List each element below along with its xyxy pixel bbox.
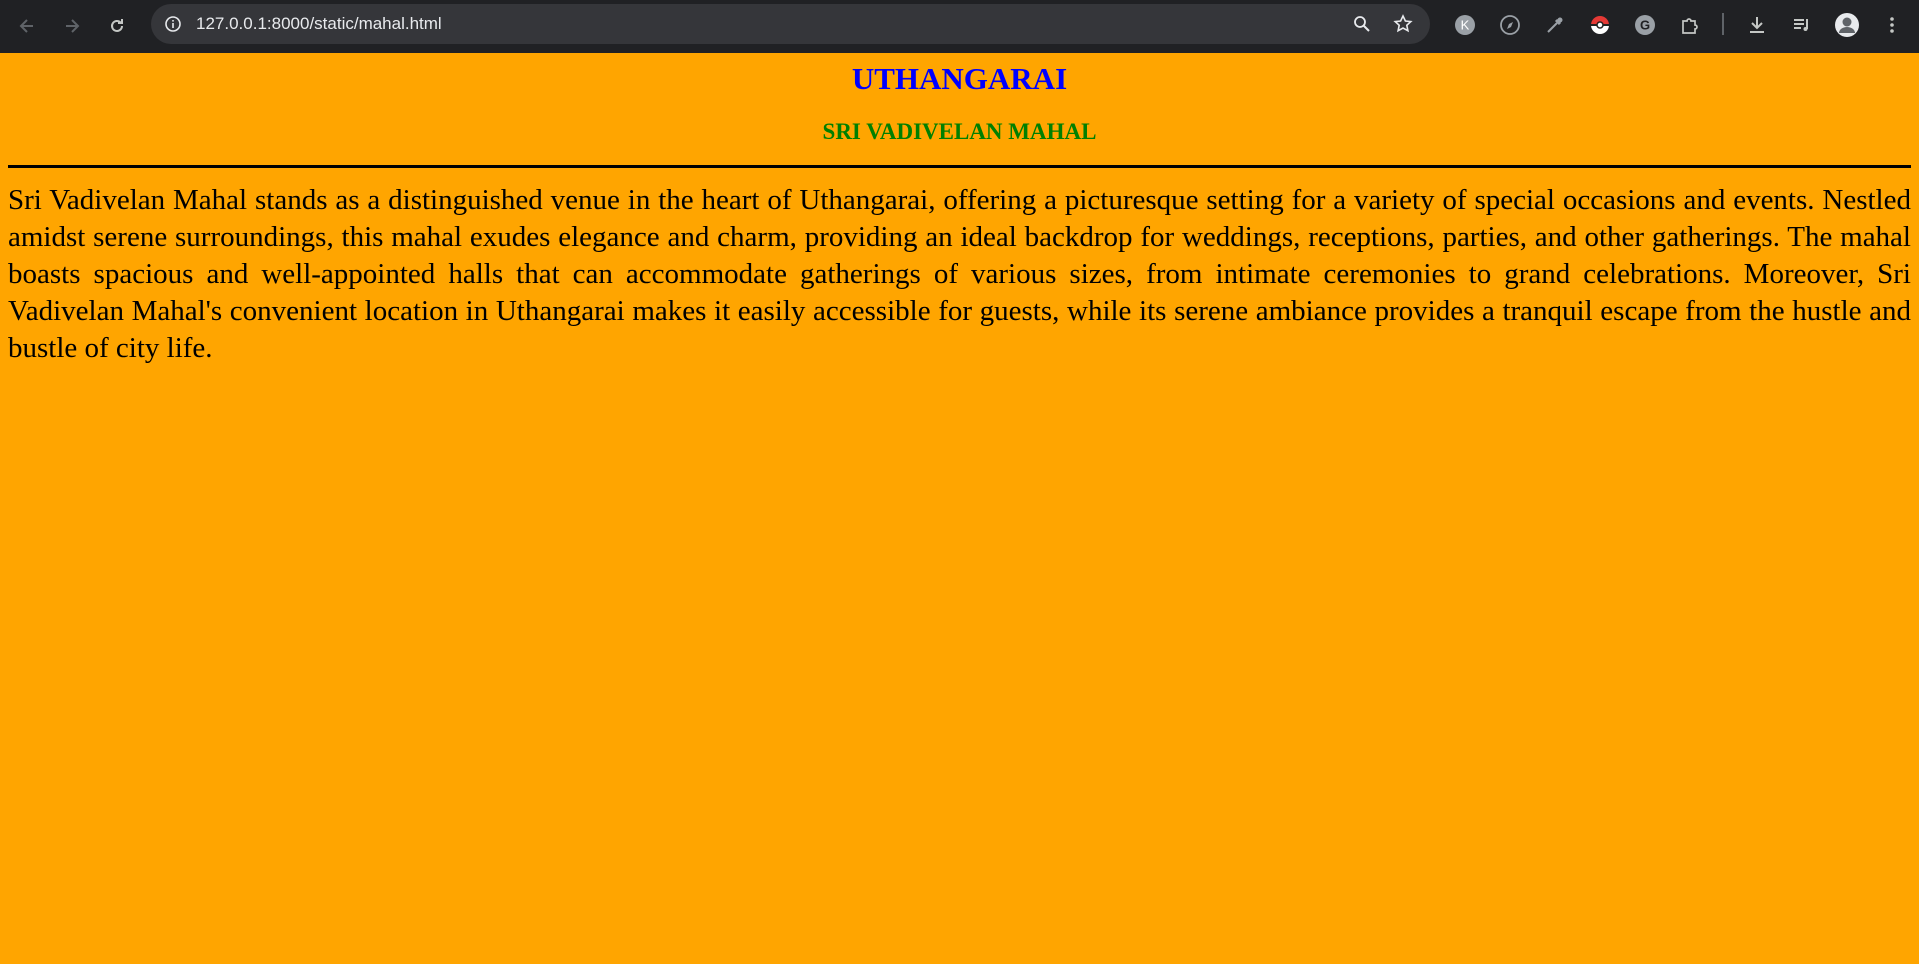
site-info-icon[interactable] — [161, 12, 185, 36]
compass-extension-icon[interactable] — [1495, 10, 1525, 40]
address-bar[interactable]: 127.0.0.1:8000/static/mahal.html — [151, 4, 1430, 44]
svg-text:K: K — [1461, 18, 1470, 33]
reload-icon[interactable] — [101, 10, 133, 42]
bookmark-star-icon[interactable] — [1391, 12, 1415, 36]
horizontal-rule — [8, 165, 1911, 168]
puzzle-extensions-icon[interactable] — [1675, 10, 1705, 40]
grammarly-extension-icon[interactable]: G — [1630, 10, 1660, 40]
url-text[interactable]: 127.0.0.1:8000/static/mahal.html — [196, 14, 442, 34]
download-icon[interactable] — [1742, 10, 1772, 40]
browser-toolbar: 127.0.0.1:8000/static/mahal.html K G — [0, 0, 1919, 53]
back-arrow-icon[interactable] — [11, 10, 43, 42]
page-subtitle: SRI VADIVELAN MAHAL — [822, 119, 1097, 144]
page-title: UTHANGARAI — [851, 61, 1068, 96]
media-control-icon[interactable] — [1787, 10, 1817, 40]
zoom-icon[interactable] — [1350, 12, 1374, 36]
more-menu-icon[interactable] — [1877, 10, 1907, 40]
svg-text:G: G — [1640, 18, 1650, 33]
page-content: UTHANGARAI SRI VADIVELAN MAHAL Sri Vadiv… — [0, 53, 1919, 964]
pokeball-extension-icon[interactable] — [1585, 10, 1615, 40]
profile-avatar[interactable] — [1832, 10, 1862, 40]
forward-arrow-icon[interactable] — [56, 10, 88, 42]
description-paragraph: Sri Vadivelan Mahal stands as a distingu… — [8, 184, 1911, 364]
k-extension-icon[interactable]: K — [1450, 10, 1480, 40]
eyedropper-extension-icon[interactable] — [1540, 10, 1570, 40]
toolbar-separator — [1722, 13, 1724, 35]
